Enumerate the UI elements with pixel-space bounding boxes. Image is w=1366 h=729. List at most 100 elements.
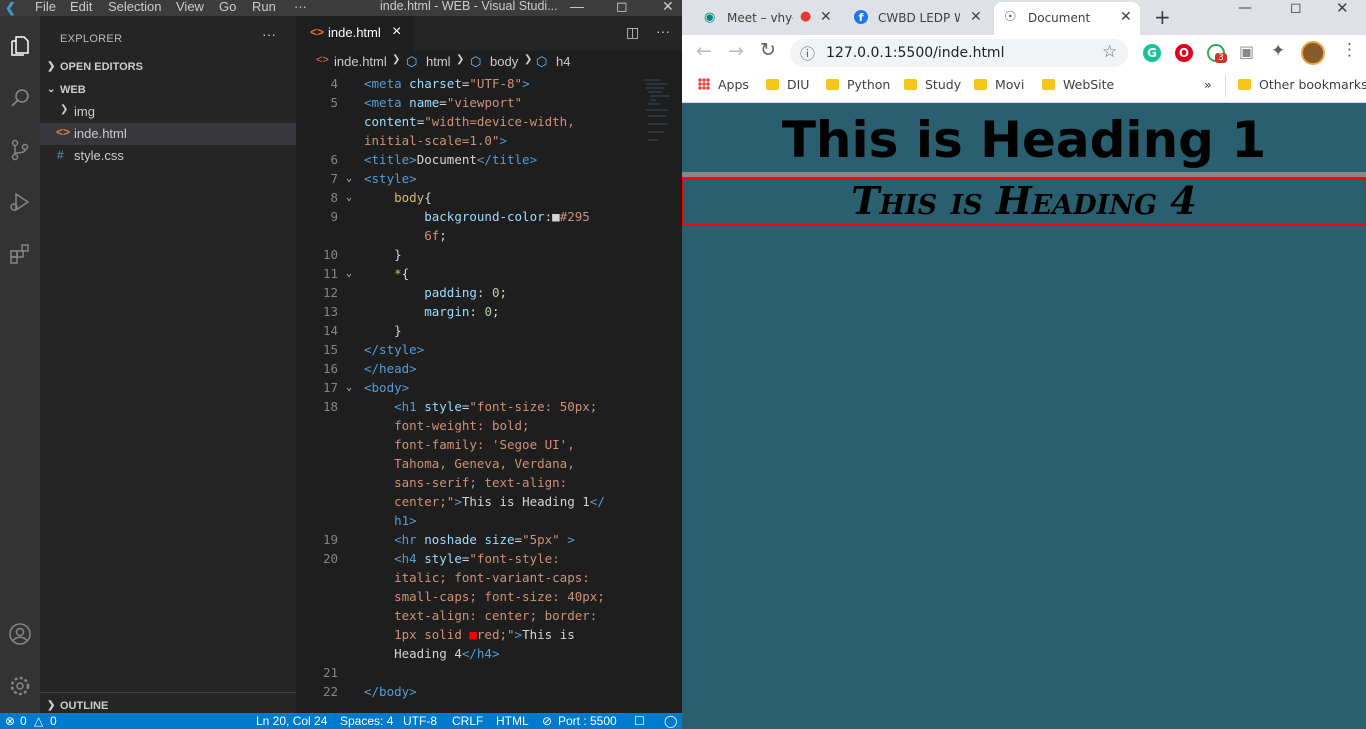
code-line[interactable]: <title>Document</title>	[364, 152, 537, 167]
tree-item-img[interactable]: ❯ img	[40, 101, 296, 123]
breadcrumb-item[interactable]: html	[426, 54, 451, 69]
settings-gear-icon[interactable]	[4, 670, 36, 702]
breadcrumb-item[interactable]: inde.html	[334, 54, 387, 69]
menu-kebab-icon[interactable]: ⋮	[1341, 40, 1358, 60]
language-mode[interactable]: HTML	[496, 714, 529, 728]
code-line[interactable]: h1>	[364, 513, 417, 528]
code-line[interactable]: padding: 0;	[364, 285, 507, 300]
code-line[interactable]: </body>	[364, 684, 417, 699]
section-open-editors[interactable]: ❯ OPEN EDITORS	[40, 57, 296, 79]
fold-chevron-icon[interactable]: ⌄	[346, 382, 352, 393]
forward-arrow-icon[interactable]: →	[728, 40, 744, 62]
address-bar[interactable]: ⓘ 127.0.0.1:5500/inde.html ☆	[790, 39, 1128, 67]
code-line[interactable]: text-align: center; border:	[364, 608, 597, 623]
code-line[interactable]: <h1 style="font-size: 50px;	[364, 399, 597, 414]
code-line[interactable]: center;">This is Heading 1</	[364, 494, 605, 509]
reload-icon[interactable]: ↻	[760, 39, 776, 61]
code-line[interactable]: initial-scale=1.0">	[364, 133, 507, 148]
code-editor[interactable]: 4 <meta charset="UTF-8"> 5 <meta name="view…	[296, 76, 682, 713]
grammarly-icon[interactable]: G	[1143, 44, 1161, 62]
menu-selection[interactable]: Selection	[108, 0, 161, 14]
new-tab-icon[interactable]: +	[1154, 5, 1171, 29]
code-line[interactable]: *{	[364, 266, 409, 281]
browser-tab-meet[interactable]: ◉ Meet – vhy- ● ✕	[696, 2, 846, 35]
code-line[interactable]: body{	[364, 190, 432, 205]
code-line[interactable]: }	[364, 323, 402, 338]
bookmark-star-icon[interactable]: ☆	[1102, 42, 1117, 62]
code-line[interactable]: background-color:■#295	[364, 209, 590, 224]
bookmark-apps[interactable]: Apps	[698, 77, 749, 92]
close-icon[interactable]: ✕	[662, 0, 674, 15]
code-line[interactable]: font-family: 'Segoe UI',	[364, 437, 575, 452]
more-actions-icon[interactable]: ···	[262, 26, 276, 42]
minimap[interactable]	[642, 76, 672, 156]
live-server-port[interactable]: Port : 5500	[558, 714, 617, 728]
account-icon[interactable]	[4, 618, 36, 650]
code-line[interactable]: small-caps; font-size: 40px;	[364, 589, 605, 604]
indentation[interactable]: Spaces: 4	[340, 714, 393, 728]
code-line[interactable]: <body>	[364, 380, 409, 395]
run-debug-icon[interactable]	[4, 186, 36, 218]
code-line[interactable]: 1px solid ■red;">This is	[364, 627, 575, 642]
menu-more[interactable]: ···	[294, 0, 307, 14]
avatar[interactable]	[1301, 41, 1325, 65]
feedback-icon[interactable]: ☐	[634, 714, 645, 728]
menu-file[interactable]: File	[35, 0, 56, 14]
more-actions-icon[interactable]: ···	[656, 23, 670, 39]
search-icon[interactable]	[4, 82, 36, 114]
tab-close-icon[interactable]: ✕	[970, 9, 982, 25]
bookmark-other[interactable]: Other bookmarks	[1238, 77, 1366, 92]
bookmark-website[interactable]: WebSite	[1042, 77, 1114, 92]
code-line[interactable]: Tahoma, Geneva, Verdana,	[364, 456, 575, 471]
breadcrumb-item[interactable]: h4	[556, 54, 570, 69]
tab-close-icon[interactable]: ✕	[820, 9, 832, 25]
menu-edit[interactable]: Edit	[70, 0, 92, 14]
code-line[interactable]: sans-serif; text-align:	[364, 475, 567, 490]
tree-item-inde-html[interactable]: <> inde.html	[40, 123, 296, 145]
menu-view[interactable]: View	[176, 0, 204, 14]
tree-item-style-css[interactable]: # style.css	[40, 145, 296, 167]
menu-run[interactable]: Run	[252, 0, 276, 14]
minimize-icon[interactable]: —	[1238, 0, 1252, 16]
tab-close-icon[interactable]: ×	[392, 23, 401, 41]
maximize-icon[interactable]: ◻	[1290, 0, 1302, 16]
code-line[interactable]: content="width=device-width,	[364, 114, 575, 129]
code-line[interactable]: font-weight: bold;	[364, 418, 529, 433]
explorer-icon[interactable]	[4, 30, 36, 62]
code-line[interactable]: }	[364, 247, 402, 262]
code-line[interactable]: <meta name="viewport"	[364, 95, 522, 110]
fold-chevron-icon[interactable]: ⌄	[346, 268, 352, 279]
fold-chevron-icon[interactable]: ⌄	[346, 173, 352, 184]
extensions-icon[interactable]	[4, 238, 36, 270]
tab-close-icon[interactable]: ✕	[1120, 9, 1132, 25]
extensions-puzzle-icon[interactable]: ✦	[1271, 41, 1285, 61]
opera-icon[interactable]: O	[1175, 44, 1193, 62]
minimize-icon[interactable]: —	[570, 0, 584, 14]
line-ending[interactable]: CRLF	[452, 714, 483, 728]
section-web[interactable]: ⌄ WEB	[40, 80, 296, 102]
notifications-bell-icon[interactable]: ◯	[664, 714, 677, 728]
code-line[interactable]: <meta charset="UTF-8">	[364, 76, 530, 91]
info-icon[interactable]: ⓘ	[800, 43, 815, 64]
breadcrumb-item[interactable]: body	[490, 54, 518, 69]
warning-count[interactable]: 0	[50, 714, 57, 728]
bookmark-python[interactable]: Python	[826, 77, 890, 92]
menu-go[interactable]: Go	[219, 0, 236, 14]
code-line[interactable]: <hr noshade size="5px" >	[364, 532, 575, 547]
code-line[interactable]: <h4 style="font-style:	[364, 551, 560, 566]
bookmark-diu[interactable]: DIU	[766, 77, 809, 92]
error-icon[interactable]: ⊗	[5, 714, 15, 728]
browser-tab-document[interactable]: ☉ Document ✕	[994, 2, 1140, 35]
error-count[interactable]: 0	[20, 714, 27, 728]
camera-icon[interactable]: ▣	[1239, 42, 1254, 61]
maximize-icon[interactable]: ◻	[616, 0, 628, 15]
cursor-position[interactable]: Ln 20, Col 24	[256, 714, 327, 728]
code-line[interactable]: </style>	[364, 342, 424, 357]
code-line[interactable]: <style>	[364, 171, 417, 186]
split-editor-icon[interactable]: ◫	[626, 24, 639, 41]
fold-chevron-icon[interactable]: ⌄	[346, 192, 352, 203]
encoding[interactable]: UTF-8	[403, 714, 437, 728]
code-line[interactable]: 6f;	[364, 228, 447, 243]
warning-icon[interactable]: △	[34, 714, 43, 728]
code-line[interactable]: margin: 0;	[364, 304, 499, 319]
